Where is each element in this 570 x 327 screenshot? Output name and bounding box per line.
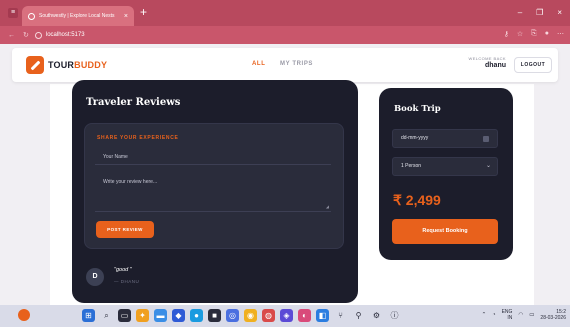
logo-tour: TOUR (48, 60, 75, 70)
key-icon[interactable]: ⚷ (504, 30, 509, 38)
book-trip-card: Book Trip dd-mm-yyyy 1 Person ⌄ ₹ 2,499 … (379, 88, 513, 260)
widgets-icon[interactable]: ✦ (136, 309, 149, 322)
taskbar-apps: ⊞ ⌕ ▭ ✦ ▬ ◆ ● ■ ◎ ◉ ◍ ◈ ◐ ◧ ⑂ ⚲ ⚙ ⓘ (82, 309, 401, 322)
browser-menu-icon[interactable]: ≡ (8, 8, 18, 18)
pin-icon[interactable]: ⚲ (352, 309, 365, 322)
app-icon[interactable]: ◎ (226, 309, 239, 322)
resize-handle-icon[interactable]: ◢ (326, 204, 329, 209)
persons-select[interactable]: 1 Person ⌄ (392, 157, 498, 176)
url-text: localhost:5173 (45, 32, 85, 38)
battery-icon[interactable]: ▭ (529, 312, 534, 318)
share-heading: SHARE YOUR EXPERIENCE (97, 135, 179, 141)
chevron-down-icon: ⌄ (485, 163, 491, 169)
date-input[interactable]: dd-mm-yyyy (392, 129, 498, 148)
edge-icon[interactable]: ● (190, 309, 203, 322)
avatar: D (86, 268, 104, 286)
vscode-icon[interactable]: ◧ (316, 309, 329, 322)
git-icon[interactable]: ⑂ (334, 309, 347, 322)
minimize-icon[interactable]: – (518, 8, 522, 17)
clock-date: 28-03-2026 (540, 315, 566, 321)
review-placeholder: Write your review here... (103, 179, 158, 185)
traveler-reviews-card: Traveler Reviews SHARE YOUR EXPERIENCE Y… (72, 80, 358, 303)
url-field[interactable]: localhost:5173 (34, 31, 85, 39)
date-placeholder: dd-mm-yyyy (401, 135, 429, 141)
window-controls: – ❐ × (518, 8, 562, 17)
app-icon-purple[interactable]: ◈ (280, 309, 293, 322)
reviews-title: Traveler Reviews (86, 97, 181, 108)
persons-value: 1 Person (401, 163, 422, 169)
store-icon[interactable]: ◆ (172, 309, 185, 322)
browser-tab[interactable]: Southwestly | Explore Local Nests × (22, 6, 134, 26)
browser-tab-bar: ≡ Southwestly | Explore Local Nests × + … (0, 0, 570, 26)
info-icon[interactable]: ⓘ (388, 309, 401, 322)
review-quote: "good " (114, 267, 132, 273)
welcome-block: WELCOME BACK dhanu (469, 56, 506, 69)
system-tray: ⌃ ◔ ENG IN ◠ ▭ 15:2 28-03-2026 (482, 309, 566, 321)
task-view-icon[interactable]: ▭ (118, 309, 131, 322)
clock[interactable]: 15:2 28-03-2026 (540, 309, 566, 321)
start-icon[interactable]: ⊞ (82, 309, 95, 322)
calendar-icon[interactable] (483, 136, 489, 142)
taskbar: ⊞ ⌕ ▭ ✦ ▬ ◆ ● ■ ◎ ◉ ◍ ◈ ◐ ◧ ⑂ ⚲ ⚙ ⓘ ⌃ ◔ … (0, 305, 570, 327)
terminal-icon[interactable]: ■ (208, 309, 221, 322)
share-experience-form: SHARE YOUR EXPERIENCE Your Name Write yo… (84, 123, 344, 249)
nav-my-trips-link[interactable]: MY TRIPS (280, 61, 313, 67)
site-info-icon[interactable] (34, 31, 42, 39)
share-icon[interactable]: ⎘ (531, 30, 537, 38)
logout-button[interactable]: LOGOUT (514, 57, 552, 73)
logo-buddy: BUDDY (74, 60, 108, 70)
request-booking-button[interactable]: Request Booking (392, 219, 498, 244)
address-bar-actions: ⚷ ☆ ⎘ ● ⋯ (504, 30, 564, 38)
review-author: — DHANU (114, 279, 140, 284)
price: ₹ 2,499 (393, 192, 441, 208)
lang-bottom: IN (507, 315, 513, 321)
address-bar: ← ↻ localhost:5173 ⚷ ☆ ⎘ ● ⋯ (0, 26, 570, 44)
settings-icon[interactable]: ⚙ (370, 309, 383, 322)
chevron-up-icon[interactable]: ⌃ (482, 312, 487, 318)
top-navigation: TOURBUDDY ALL MY TRIPS WELCOME BACK dhan… (12, 48, 558, 82)
post-review-button[interactable]: POST REVIEW (96, 221, 154, 238)
logo-icon[interactable] (26, 56, 44, 74)
refresh-icon[interactable]: ↻ (23, 31, 29, 39)
star-icon[interactable]: ☆ (517, 30, 523, 38)
tab-title: Southwestly | Explore Local Nests (39, 13, 115, 19)
app-icon-red[interactable]: ◍ (262, 309, 275, 322)
welcome-label: WELCOME BACK (468, 56, 506, 61)
search-icon[interactable]: ⌕ (100, 309, 113, 322)
restore-icon[interactable]: ❐ (536, 8, 543, 17)
network-icon[interactable]: ◔ (492, 312, 495, 318)
profile-icon[interactable]: ● (545, 30, 549, 38)
review-textarea[interactable]: Write your review here... ◢ (95, 176, 331, 212)
wifi-icon[interactable]: ◠ (518, 312, 523, 318)
name-input[interactable]: Your Name (95, 151, 331, 165)
file-explorer-icon[interactable]: ▬ (154, 309, 167, 322)
tab-close-icon[interactable]: × (124, 13, 128, 20)
app-icon-pink[interactable]: ◐ (298, 309, 311, 322)
more-icon[interactable]: ⋯ (557, 30, 564, 38)
language-indicator[interactable]: ENG IN (502, 309, 513, 321)
username: dhanu (485, 62, 506, 69)
new-tab-button[interactable]: + (140, 6, 147, 18)
page-content: TOURBUDDY ALL MY TRIPS WELCOME BACK dhan… (0, 44, 570, 305)
nav-all-link[interactable]: ALL (252, 61, 265, 67)
logo-text[interactable]: TOURBUDDY (48, 60, 107, 70)
weather-icon[interactable] (18, 309, 30, 321)
chrome-icon[interactable]: ◉ (244, 309, 257, 322)
book-trip-title: Book Trip (394, 104, 441, 114)
close-window-icon[interactable]: × (557, 8, 562, 17)
globe-icon (28, 12, 35, 20)
back-icon[interactable]: ← (8, 32, 15, 39)
